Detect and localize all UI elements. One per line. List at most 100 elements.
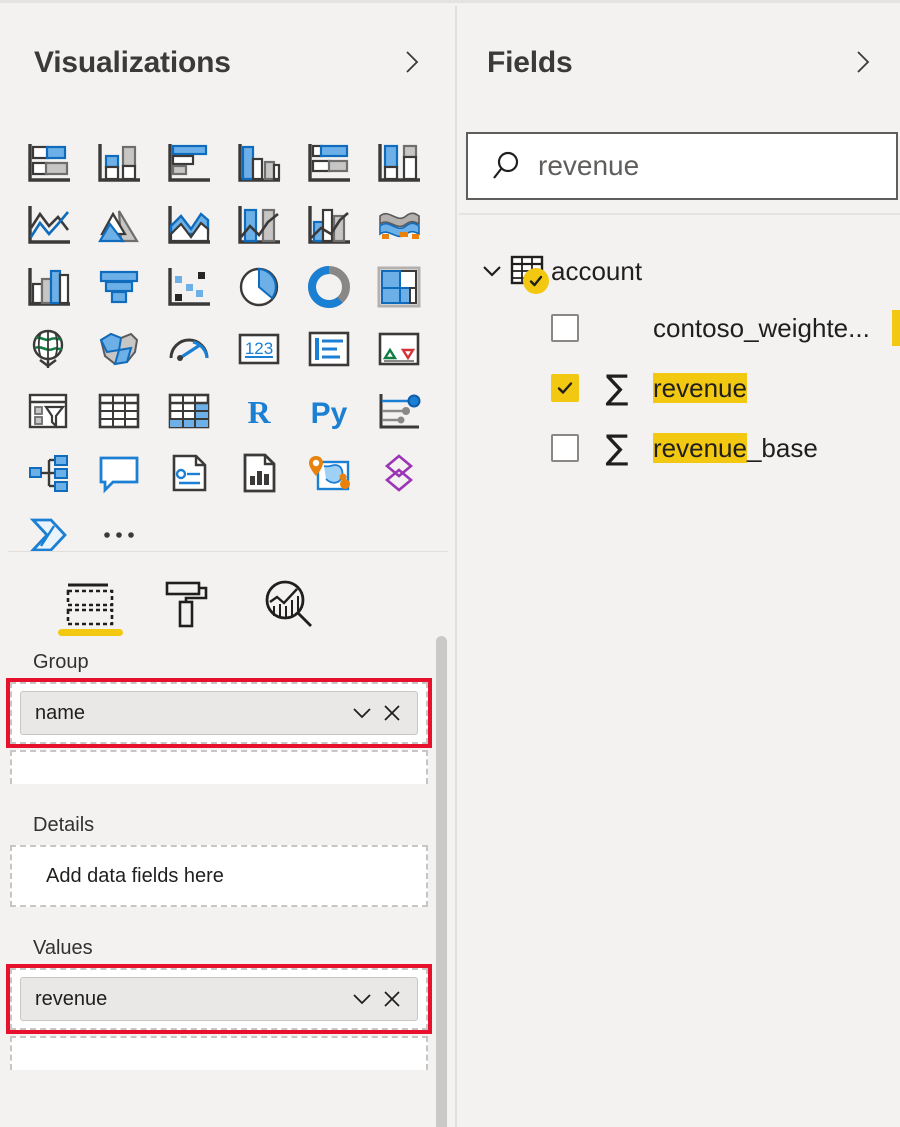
well-group-dropzone[interactable] [10, 750, 428, 784]
well-label-details: Details [0, 814, 440, 837]
chevron-right-icon[interactable] [398, 48, 426, 76]
funnel-chart-icon[interactable] [84, 256, 154, 318]
search-value: revenue [538, 150, 639, 182]
pane-divider [8, 551, 448, 552]
fields-header: Fields [459, 6, 900, 118]
search-match-highlight-edge [892, 310, 900, 346]
table-name: account [551, 256, 642, 287]
well-details[interactable]: Add data fields here [10, 845, 428, 907]
line-chart-icon[interactable] [14, 194, 84, 256]
analytics-tab[interactable] [240, 566, 340, 642]
well-label-values: Values [0, 937, 440, 960]
q-and-a-icon[interactable] [84, 442, 154, 504]
hundred-percent-stacked-column-chart-icon[interactable] [364, 132, 434, 194]
search-match-highlight: revenue [653, 373, 747, 403]
svg-text:123: 123 [245, 339, 273, 358]
active-tab-underline [58, 629, 123, 636]
field-label-rest: _base [747, 433, 818, 463]
well-values[interactable]: revenue [10, 968, 428, 1030]
close-x-icon[interactable] [377, 698, 407, 728]
chip-label: name [35, 702, 347, 725]
chevron-right-icon[interactable] [849, 48, 877, 76]
tree-table-account[interactable]: account [459, 244, 900, 298]
paint-roller-icon [164, 578, 216, 630]
smart-narrative-icon[interactable] [154, 442, 224, 504]
search-input[interactable]: revenue [466, 132, 898, 200]
line-and-clustered-column-chart-icon[interactable] [294, 194, 364, 256]
waterfall-chart-icon[interactable] [14, 256, 84, 318]
line-and-stacked-column-chart-icon[interactable] [224, 194, 294, 256]
field-chip-revenue[interactable]: revenue [20, 977, 418, 1021]
field-checkbox[interactable] [551, 314, 579, 342]
multi-row-card-icon[interactable] [294, 318, 364, 380]
visualizations-title: Visualizations [34, 46, 231, 80]
field-row-contoso-weighted[interactable]: ∑ contoso_weighte... [459, 298, 900, 358]
fields-tab[interactable] [40, 566, 140, 642]
well-values-dropzone[interactable] [10, 1036, 428, 1070]
svg-text:R: R [247, 394, 271, 430]
key-influencers-icon[interactable] [364, 380, 434, 442]
gauge-icon[interactable] [154, 318, 224, 380]
card-icon[interactable]: 123 [224, 318, 294, 380]
field-label: revenue [653, 373, 747, 404]
scrollbar-thumb[interactable] [436, 636, 447, 1127]
scatter-chart-icon[interactable] [154, 256, 224, 318]
fields-divider [459, 213, 900, 215]
vertical-scrollbar[interactable] [436, 636, 447, 1127]
search-icon [490, 149, 524, 183]
close-x-icon[interactable] [377, 984, 407, 1014]
clustered-bar-chart-icon[interactable] [154, 132, 224, 194]
fields-tree: account ∑ contoso_weighte... ∑ revenue [459, 244, 900, 478]
map-icon[interactable] [14, 318, 84, 380]
fields-pane-icon [64, 580, 116, 628]
pane-tab-strip [40, 566, 340, 642]
hundred-percent-stacked-bar-chart-icon[interactable] [294, 132, 364, 194]
python-visual-icon[interactable]: Py [294, 380, 364, 442]
field-row-revenue-base[interactable]: ∑ revenue_base [459, 418, 900, 478]
well-details-placeholder: Add data fields here [20, 854, 418, 898]
power-automate-icon[interactable] [14, 504, 84, 566]
r-script-visual-icon[interactable]: R [224, 380, 294, 442]
search-match-highlight: revenue [653, 433, 747, 463]
area-chart-icon[interactable] [84, 194, 154, 256]
more-options-ellipsis-icon[interactable] [84, 504, 154, 566]
sum-aggregate-icon: ∑ [597, 371, 637, 405]
power-apps-icon[interactable] [364, 442, 434, 504]
field-checkbox[interactable] [551, 434, 579, 462]
matrix-icon[interactable] [154, 380, 224, 442]
decomposition-tree-icon[interactable] [14, 442, 84, 504]
svg-text:Py: Py [311, 397, 348, 430]
spacer [0, 784, 440, 814]
chevron-down-icon[interactable] [477, 256, 507, 286]
table-icon [510, 254, 548, 288]
stacked-column-chart-icon[interactable] [84, 132, 154, 194]
stacked-bar-chart-icon[interactable] [14, 132, 84, 194]
format-tab[interactable] [140, 566, 240, 642]
field-label: contoso_weighte... [653, 313, 870, 344]
fields-title: Fields [487, 46, 573, 80]
field-checkbox[interactable] [551, 374, 579, 402]
chevron-down-icon[interactable] [347, 984, 377, 1014]
kpi-icon[interactable] [364, 318, 434, 380]
filled-map-icon[interactable] [84, 318, 154, 380]
well-group[interactable]: name [10, 682, 428, 744]
ribbon-chart-icon[interactable] [364, 194, 434, 256]
donut-chart-icon[interactable] [294, 256, 364, 318]
field-wells: Group name [0, 651, 440, 1070]
chevron-down-icon[interactable] [347, 698, 377, 728]
azure-map-icon[interactable] [294, 442, 364, 504]
chip-label: revenue [35, 988, 347, 1011]
stacked-area-chart-icon[interactable] [154, 194, 224, 256]
pie-chart-icon[interactable] [224, 256, 294, 318]
treemap-icon[interactable] [364, 256, 434, 318]
paginated-report-icon[interactable] [224, 442, 294, 504]
well-label-group: Group [0, 651, 440, 674]
field-row-revenue[interactable]: ∑ revenue [459, 358, 900, 418]
clustered-column-chart-icon[interactable] [224, 132, 294, 194]
sum-aggregate-icon: ∑ [597, 431, 637, 465]
power-bi-panes: Visualizations [0, 0, 900, 1127]
field-chip-name[interactable]: name [20, 691, 418, 735]
table-icon[interactable] [84, 380, 154, 442]
slicer-icon[interactable] [14, 380, 84, 442]
check-badge-icon [523, 268, 549, 294]
